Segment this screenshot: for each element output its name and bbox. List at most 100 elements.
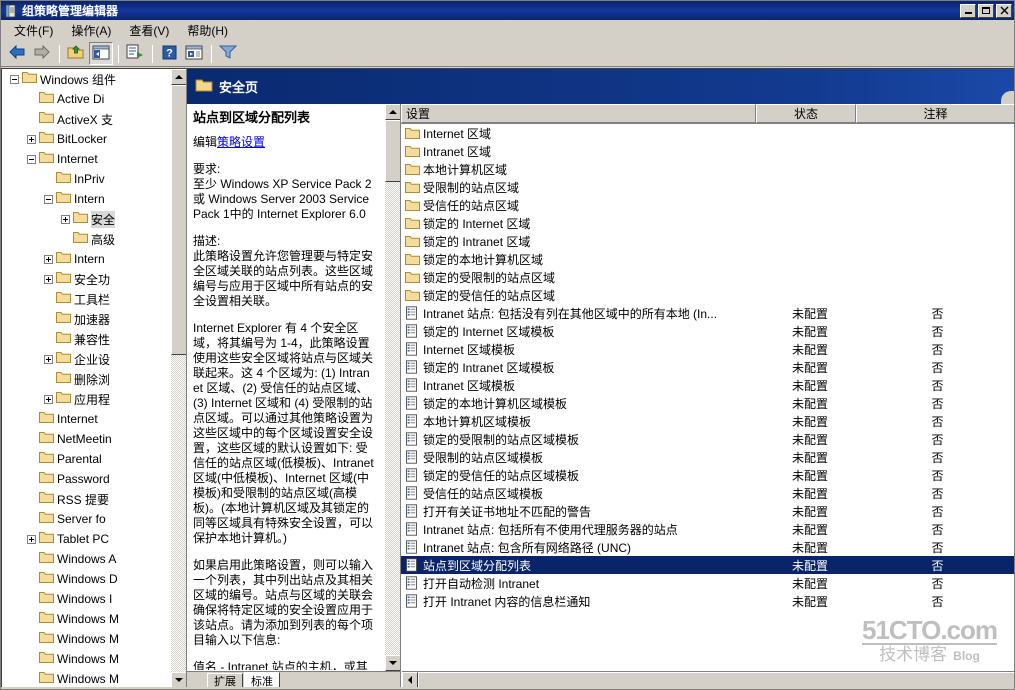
- tree-item[interactable]: Windows D: [2, 569, 183, 589]
- tree-item[interactable]: Windows A: [2, 549, 183, 569]
- tree-item[interactable]: 删除浏: [2, 369, 183, 389]
- table-row[interactable]: 本地计算机区域模板 未配置 否: [401, 412, 1014, 430]
- collapse-minus-icon[interactable]: [10, 74, 19, 84]
- table-row[interactable]: Internet 区域: [401, 124, 1014, 142]
- tree-item[interactable]: 高级: [2, 229, 183, 249]
- toolbar-filter-button[interactable]: [216, 42, 240, 65]
- tree-item[interactable]: Password: [2, 469, 183, 489]
- table-row[interactable]: 打开有关证书地址不匹配的警告 未配置 否: [401, 502, 1014, 520]
- edit-policy-setting-link[interactable]: 策略设置: [217, 135, 265, 149]
- tree-item[interactable]: 兼容性: [2, 329, 183, 349]
- toolbar-up-one-level-button[interactable]: [64, 42, 88, 65]
- tree-item[interactable]: Tablet PC: [2, 529, 183, 549]
- table-row[interactable]: 受信任的站点区域模板 未配置 否: [401, 484, 1014, 502]
- tree-item[interactable]: Windows M: [2, 629, 183, 649]
- table-row[interactable]: 受限制的站点区域模板 未配置 否: [401, 448, 1014, 466]
- console-tree-pane[interactable]: Windows 组件 Active Di ActiveX 支 BitLocker Int…: [1, 68, 187, 689]
- column-header-state[interactable]: 状态: [756, 104, 856, 123]
- tree-item[interactable]: 企业设: [2, 349, 183, 369]
- table-row[interactable]: 锁定的受信任的站点区域模板 未配置 否: [401, 466, 1014, 484]
- tab-standard[interactable]: 标准: [244, 672, 280, 688]
- tree-item[interactable]: InPriv: [2, 169, 183, 189]
- tree-item[interactable]: RSS 提要: [2, 489, 183, 509]
- table-row[interactable]: Intranet 站点: 包括所有不使用代理服务器的站点 未配置 否: [401, 520, 1014, 538]
- expand-plus-icon[interactable]: [44, 274, 53, 284]
- tree-item[interactable]: BitLocker: [2, 129, 183, 149]
- description-scroll-thumb[interactable]: [385, 120, 400, 182]
- policy-description-scroll[interactable]: 站点到区域分配列表 编辑策略设置 要求: 至少 Windows XP Servi…: [187, 104, 382, 670]
- table-row[interactable]: 锁定的 Internet 区域: [401, 214, 1014, 232]
- tree-item[interactable]: Windows M: [2, 649, 183, 669]
- minimize-button[interactable]: [960, 3, 976, 18]
- column-header-setting[interactable]: 设置: [401, 104, 756, 123]
- menu-action[interactable]: 操作(A): [62, 20, 120, 41]
- menu-file[interactable]: 文件(F): [5, 20, 62, 41]
- close-button[interactable]: [996, 3, 1012, 18]
- tree-item[interactable]: Internet: [2, 149, 183, 169]
- toolbar-show-hide-tree-button[interactable]: [89, 42, 113, 65]
- tree-item[interactable]: Windows I: [2, 589, 183, 609]
- menu-view[interactable]: 查看(V): [120, 20, 178, 41]
- tree-item[interactable]: 工具栏: [2, 289, 183, 309]
- table-row[interactable]: Intranet 站点: 包括没有列在其他区域中的所有本地 (In... 未配置 否: [401, 304, 1014, 322]
- tree-item[interactable]: Windows M: [2, 609, 183, 629]
- table-row[interactable]: 锁定的受限制的站点区域: [401, 268, 1014, 286]
- description-scroll-up-button[interactable]: [385, 104, 400, 120]
- expand-plus-icon[interactable]: [44, 354, 53, 364]
- toolbar-help-button[interactable]: ?: [157, 42, 181, 65]
- expand-plus-icon[interactable]: [44, 254, 53, 264]
- table-row[interactable]: 受信任的站点区域: [401, 196, 1014, 214]
- table-row[interactable]: 锁定的 Intranet 区域: [401, 232, 1014, 250]
- description-vertical-scrollbar[interactable]: [384, 104, 400, 671]
- hscroll-left-button[interactable]: [402, 672, 418, 688]
- table-row[interactable]: Intranet 站点: 包含所有网络路径 (UNC) 未配置 否: [401, 538, 1014, 556]
- tree-item[interactable]: 安全: [2, 209, 183, 229]
- table-row[interactable]: 锁定的 Internet 区域模板 未配置 否: [401, 322, 1014, 340]
- expand-plus-icon[interactable]: [27, 534, 36, 544]
- tree-item[interactable]: Windows 组件: [2, 69, 183, 89]
- column-header-comment[interactable]: 注释: [856, 104, 1014, 123]
- table-row[interactable]: 打开 Intranet 内容的信息栏通知 未配置 否: [401, 592, 1014, 610]
- tree-item[interactable]: Server fo: [2, 509, 183, 529]
- tree-item[interactable]: 加速器: [2, 309, 183, 329]
- list-rows-container[interactable]: Internet 区域 Intranet 区域 本地计算机区域 受限制的站点区域 受信任…: [401, 124, 1014, 688]
- tree-item[interactable]: 安全功: [2, 269, 183, 289]
- tab-extended[interactable]: 扩展: [207, 673, 243, 688]
- tree-scroll-thumb[interactable]: [171, 85, 186, 355]
- tree-item[interactable]: Parental: [2, 449, 183, 469]
- table-row[interactable]: Intranet 区域模板 未配置 否: [401, 376, 1014, 394]
- tree-item[interactable]: Intern: [2, 249, 183, 269]
- collapse-minus-icon[interactable]: [27, 154, 36, 164]
- toolbar-forward-button[interactable]: [30, 42, 54, 65]
- table-row[interactable]: 本地计算机区域: [401, 160, 1014, 178]
- tree-scroll-up-button[interactable]: [171, 69, 186, 85]
- table-row[interactable]: 锁定的受限制的站点区域模板 未配置 否: [401, 430, 1014, 448]
- tree-vertical-scrollbar[interactable]: [170, 69, 186, 688]
- hscroll-thumb[interactable]: [418, 672, 1014, 688]
- table-row[interactable]: 打开自动检测 Intranet 未配置 否: [401, 574, 1014, 592]
- tree-item[interactable]: Intern: [2, 189, 183, 209]
- table-row[interactable]: 受限制的站点区域: [401, 178, 1014, 196]
- description-scroll-track[interactable]: [385, 120, 400, 655]
- menu-help[interactable]: 帮助(H): [178, 20, 237, 41]
- tree-item[interactable]: Active Di: [2, 89, 183, 109]
- collapse-minus-icon[interactable]: [44, 194, 53, 204]
- table-row[interactable]: Intranet 区域: [401, 142, 1014, 160]
- tree-scroll-down-button[interactable]: [171, 672, 186, 688]
- table-row[interactable]: 锁定的本地计算机区域: [401, 250, 1014, 268]
- description-scroll-down-button[interactable]: [385, 655, 400, 671]
- table-row[interactable]: 锁定的受信任的站点区域: [401, 286, 1014, 304]
- tree-item[interactable]: Windows M: [2, 669, 183, 688]
- tree-item[interactable]: 应用程: [2, 389, 183, 409]
- list-horizontal-scrollbar[interactable]: [402, 671, 1014, 688]
- table-row[interactable]: 站点到区域分配列表 未配置 否: [401, 556, 1014, 574]
- restore-button[interactable]: [978, 3, 994, 18]
- table-row[interactable]: 锁定的本地计算机区域模板 未配置 否: [401, 394, 1014, 412]
- tree-item[interactable]: Internet: [2, 409, 183, 429]
- table-row[interactable]: Internet 区域模板 未配置 否: [401, 340, 1014, 358]
- toolbar-export-list-button[interactable]: [123, 42, 147, 65]
- toolbar-back-button[interactable]: [5, 42, 29, 65]
- tree-item[interactable]: NetMeetin: [2, 429, 183, 449]
- expand-plus-icon[interactable]: [44, 394, 53, 404]
- console-tree[interactable]: Windows 组件 Active Di ActiveX 支 BitLocker Int…: [2, 69, 183, 688]
